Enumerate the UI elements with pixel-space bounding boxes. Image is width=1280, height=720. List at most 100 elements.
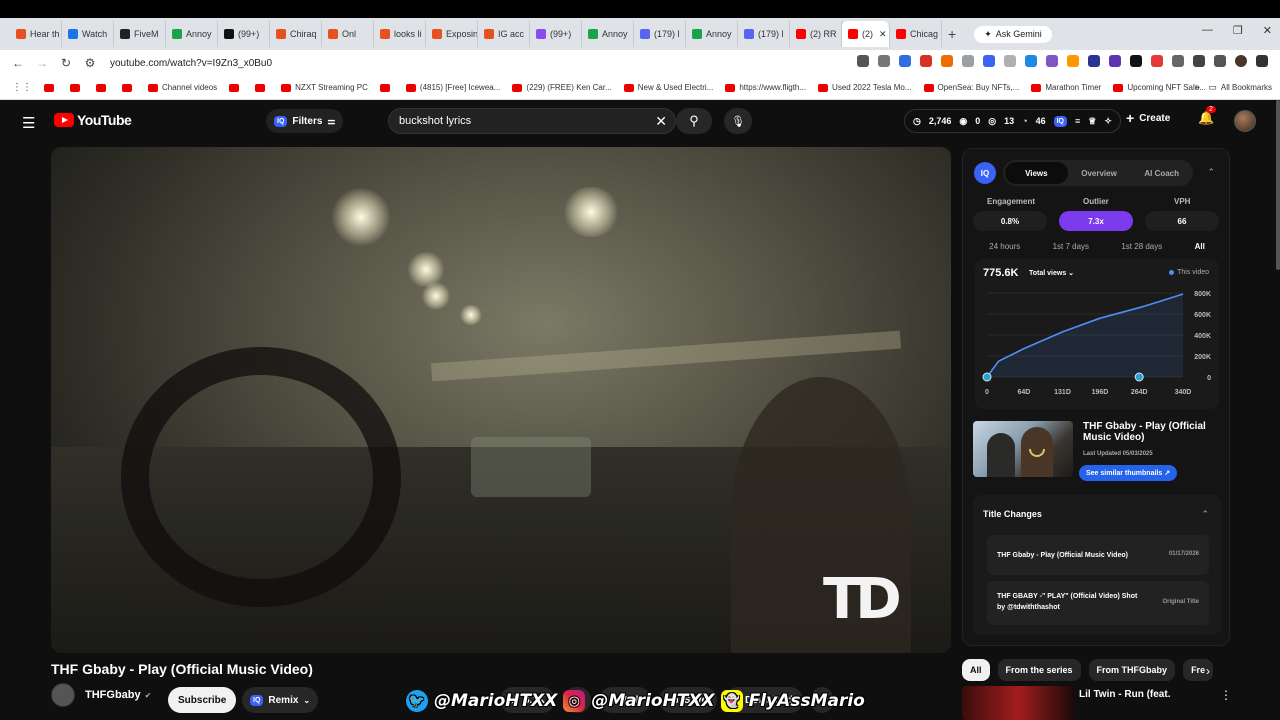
ask-gemini-button[interactable]: ✦ Ask Gemini (974, 25, 1052, 43)
chevron-up-icon[interactable]: ⌃ (1207, 167, 1215, 178)
bookmark-item[interactable]: https://www.fligth... (725, 83, 806, 92)
extension-icon[interactable] (899, 55, 911, 67)
browser-tab[interactable]: looks li (374, 21, 426, 47)
bookmark-item[interactable] (70, 83, 84, 92)
extension-icon[interactable] (983, 55, 995, 67)
extension-icon[interactable] (1067, 55, 1079, 67)
browser-tab[interactable]: Watch (62, 21, 114, 47)
see-similar-thumbnails-button[interactable]: See similar thumbnails ↗ (1079, 465, 1178, 481)
bookmark-item[interactable]: (4815) [Free] Icewea... (405, 83, 500, 92)
browser-tab[interactable]: (179) l (634, 21, 686, 47)
bookmark-item[interactable] (96, 83, 110, 92)
browser-tab[interactable]: (2) ✕ (842, 21, 890, 47)
bookmark-item[interactable]: Used 2022 Tesla Mo... (818, 83, 912, 92)
subscribe-button[interactable]: Subscribe (168, 687, 237, 713)
browser-tab[interactable]: Annoy (582, 21, 634, 47)
extension-icon[interactable] (962, 55, 974, 67)
browser-tab[interactable]: Hear th (10, 21, 62, 47)
browser-tab[interactable]: Chiraq (270, 21, 322, 47)
browser-tab[interactable]: Exposin (426, 21, 478, 47)
video-player[interactable]: TD (51, 147, 951, 653)
tab-ai-coach[interactable]: AI Coach (1130, 169, 1193, 178)
chip-from-channel[interactable]: From THFGbaby (1088, 659, 1176, 681)
extension-icon[interactable] (1088, 55, 1100, 67)
bookmark-item[interactable]: Upcoming NFT Sale... (1113, 83, 1206, 92)
site-info-icon[interactable]: ⚙ (78, 56, 102, 70)
reload-icon[interactable]: ↻ (54, 56, 78, 70)
recommended-video[interactable]: Lil Twin - Run (feat. ⋮ (962, 686, 1278, 720)
page-scrollbar[interactable] (1276, 100, 1280, 270)
browser-tab[interactable]: Chicag (890, 21, 942, 47)
remix-button[interactable]: IQ Remix ⌄ (242, 687, 319, 713)
new-tab-button[interactable]: + (948, 26, 956, 42)
menu-icon[interactable]: ☰ (22, 114, 35, 132)
chevron-up-icon[interactable]: ⌃ (1201, 509, 1209, 520)
download-icon[interactable] (1214, 55, 1226, 67)
extension-icon[interactable] (920, 55, 932, 67)
extension-icon[interactable] (1151, 55, 1163, 67)
back-icon[interactable]: ← (6, 56, 30, 70)
period-28d[interactable]: 1st 28 days (1121, 242, 1162, 251)
create-button[interactable]: + Create (1126, 110, 1170, 126)
bookmark-item[interactable] (255, 83, 269, 92)
browser-tab[interactable]: (99+) (218, 21, 270, 47)
bookmark-item[interactable] (44, 83, 58, 92)
bookmark-item[interactable]: OpenSea: Buy NFTs,... (923, 83, 1019, 92)
minimize-icon[interactable]: — (1202, 24, 1213, 37)
youtube-logo[interactable]: YouTube (54, 112, 132, 128)
browser-menu-icon[interactable] (1256, 55, 1268, 67)
bookmark-item[interactable] (122, 83, 136, 92)
chevron-right-icon[interactable]: › (1206, 664, 1210, 678)
profile-icon[interactable] (1235, 55, 1247, 67)
bookmark-item[interactable]: (229) (FREE) Ken Car... (512, 83, 612, 92)
period-7d[interactable]: 1st 7 days (1053, 242, 1089, 251)
bookmark-star-icon[interactable] (878, 55, 890, 67)
forward-icon[interactable]: → (30, 56, 54, 70)
url-field[interactable]: youtube.com/watch?v=I9Zn3_x0Bu0 (110, 58, 272, 69)
browser-tab[interactable]: (2) RR (790, 21, 842, 47)
extension-icon[interactable] (1046, 55, 1058, 67)
vidiq-stats[interactable]: ◷ 2,746 ◉ 0 ◎ 13 ◔ 46 IQ ≡ ♕ ✧ (904, 109, 1121, 133)
views-metric-dropdown[interactable]: Total views ⌄ (1029, 269, 1074, 277)
extension-icon[interactable] (1130, 55, 1142, 67)
filters-button[interactable]: IQ Filters ⚌ (266, 109, 344, 133)
browser-tab[interactable]: FiveM (114, 21, 166, 47)
extension-icon[interactable] (1004, 55, 1016, 67)
period-24h[interactable]: 24 hours (989, 242, 1020, 251)
bookmark-item[interactable]: Marathon Timer (1031, 83, 1101, 92)
all-bookmarks[interactable]: ▭ All Bookmarks (1208, 82, 1272, 93)
extension-icon[interactable] (941, 55, 953, 67)
chip-all[interactable]: All (962, 659, 990, 681)
extension-icon[interactable] (1109, 55, 1121, 67)
bookmark-item[interactable]: Channel videos (148, 83, 217, 92)
sidepanel-icon[interactable] (1193, 55, 1205, 67)
channel-name[interactable]: THFGbaby (85, 689, 141, 701)
browser-tab[interactable]: Onl (322, 21, 374, 47)
browser-tab[interactable]: IG acc (478, 21, 530, 47)
close-tab-icon[interactable]: ✕ (879, 29, 887, 40)
browser-tab[interactable]: Annoy (166, 21, 218, 47)
chip-from-series[interactable]: From the series (997, 659, 1081, 681)
browser-tab[interactable]: Annoy (686, 21, 738, 47)
bookmark-item[interactable] (229, 83, 243, 92)
period-all[interactable]: All (1195, 242, 1205, 251)
channel-avatar[interactable] (51, 683, 75, 707)
apps-icon[interactable]: ⋮⋮ (12, 82, 32, 93)
video-thumbnail[interactable] (973, 421, 1073, 477)
bookmark-item[interactable] (379, 83, 394, 92)
voice-search-button[interactable]: 🎙 (724, 108, 752, 134)
more-bookmarks-icon[interactable]: » (1194, 82, 1200, 93)
bookmark-item[interactable]: New & Used Electri... (623, 83, 713, 92)
cast-icon[interactable] (857, 55, 869, 67)
notifications-button[interactable]: 🔔 2 (1198, 106, 1216, 126)
clear-search-icon[interactable]: ✕ (655, 113, 667, 130)
close-window-icon[interactable]: ✕ (1263, 24, 1272, 37)
maximize-icon[interactable]: ❐ (1233, 24, 1243, 37)
puzzle-icon[interactable] (1172, 55, 1184, 67)
recommended-thumbnail[interactable] (962, 686, 1074, 720)
browser-tab[interactable]: (99+) (530, 21, 582, 47)
tab-overview[interactable]: Overview (1068, 169, 1131, 178)
browser-tab[interactable]: (179) l (738, 21, 790, 47)
bookmark-item[interactable]: NZXT Streaming PC (281, 83, 368, 92)
avatar[interactable] (1234, 110, 1256, 132)
